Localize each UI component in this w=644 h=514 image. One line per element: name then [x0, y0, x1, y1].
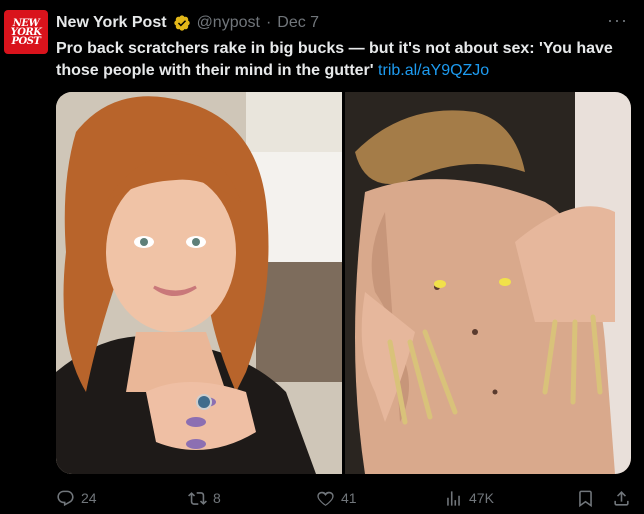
like-icon	[317, 491, 334, 506]
avatar-logo-text: NEW YORK POST	[10, 17, 42, 47]
tweet-link[interactable]: trib.al/aY9QZJo	[378, 62, 489, 79]
views-icon	[447, 490, 460, 506]
photo-back-scratch-illustration	[345, 92, 631, 474]
tweet-body: Pro back scratchers rake in big bucks — …	[56, 40, 613, 79]
photo-back-scratch[interactable]	[345, 92, 631, 474]
like-button[interactable]: 41	[316, 489, 357, 508]
media-gallery[interactable]	[56, 92, 631, 474]
avatar[interactable]: NEW YORK POST	[4, 10, 48, 54]
reply-button[interactable]: 24	[56, 489, 97, 508]
repost-button[interactable]: 8	[188, 489, 221, 508]
bookmark-icon	[579, 490, 592, 507]
author-name[interactable]: New York Post	[56, 14, 167, 32]
separator-dot: ·	[265, 14, 272, 31]
like-count: 41	[341, 490, 357, 506]
photo-woman-portrait[interactable]	[56, 92, 342, 474]
tweet-text: Pro back scratchers rake in big bucks — …	[56, 38, 636, 82]
action-bar: 24 8 41 47K	[56, 486, 636, 510]
reply-count: 24	[81, 490, 97, 506]
verified-badge-icon[interactable]	[173, 14, 191, 32]
views-count: 47K	[469, 490, 494, 506]
bookmark-button[interactable]	[576, 489, 595, 508]
views-button[interactable]: 47K	[444, 489, 494, 508]
share-icon	[614, 490, 629, 506]
tweet-date[interactable]: Dec 7	[277, 14, 319, 32]
author-handle[interactable]: @nypost	[197, 14, 260, 32]
tweet[interactable]: NEW YORK POST New York Post @nypost · De…	[0, 0, 644, 514]
reply-icon	[57, 490, 74, 506]
more-icon[interactable]: ···	[607, 10, 628, 31]
tweet-header: New York Post @nypost · Dec 7	[56, 13, 319, 33]
photo-woman-portrait-illustration	[56, 92, 342, 474]
repost-count: 8	[213, 490, 221, 506]
repost-icon	[188, 491, 207, 505]
share-button[interactable]	[612, 489, 631, 508]
